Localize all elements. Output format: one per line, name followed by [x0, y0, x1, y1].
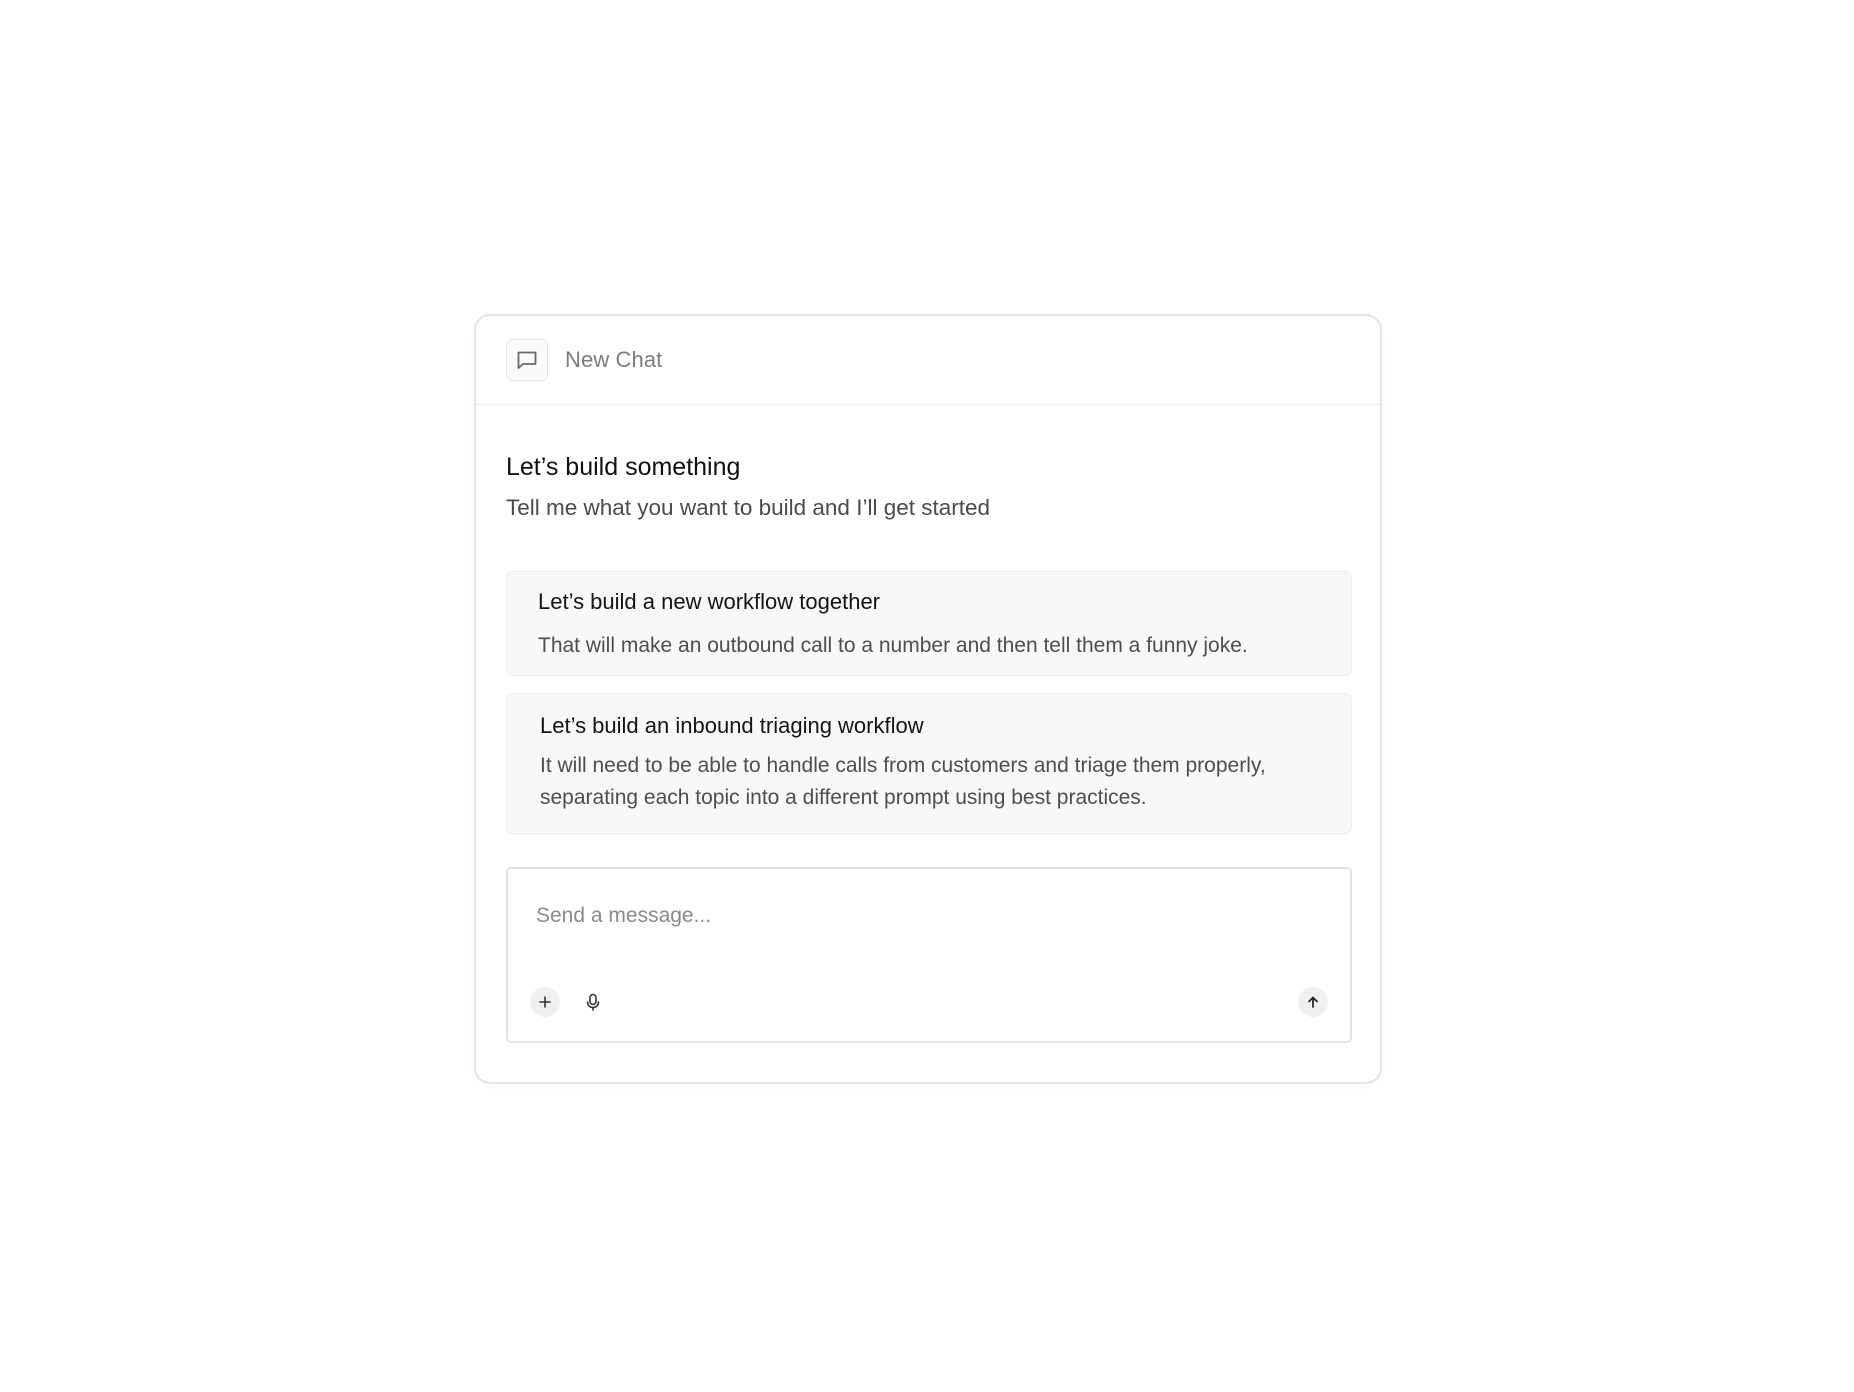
- voice-input-button[interactable]: [578, 987, 608, 1017]
- suggestion-text: It will need to be able to handle calls …: [540, 754, 1266, 809]
- plus-icon: [539, 996, 551, 1008]
- microphone-icon: [586, 993, 600, 1011]
- send-button[interactable]: [1298, 987, 1328, 1017]
- chat-header: New Chat: [476, 316, 1380, 405]
- greeting-subtitle: Tell me what you want to build and I’ll …: [506, 495, 991, 520]
- message-input[interactable]: [536, 899, 1316, 933]
- suggestion-card-inbound-triage[interactable]: Let’s build an inbound triaging workflow…: [506, 693, 1352, 834]
- arrow-up-icon: [1308, 996, 1318, 1008]
- suggestion-text: That will make an outbound call to a num…: [538, 634, 1248, 657]
- suggestion-card-new-workflow[interactable]: Let’s build a new workflow together That…: [506, 571, 1352, 676]
- chat-body: Let’s build something Tell me what you w…: [476, 452, 1380, 1043]
- chat-bubble-icon: [506, 339, 548, 381]
- greeting-title: Let’s build something: [506, 453, 741, 481]
- suggestion-title: Let’s build a new workflow together: [538, 589, 881, 614]
- suggestion-title: Let’s build an inbound triaging workflow: [540, 713, 924, 738]
- add-attachment-button[interactable]: [530, 987, 560, 1017]
- chat-title: New Chat: [565, 347, 663, 372]
- message-composer: [506, 867, 1352, 1043]
- chat-window: New Chat Let’s build something Tell me w…: [474, 314, 1382, 1084]
